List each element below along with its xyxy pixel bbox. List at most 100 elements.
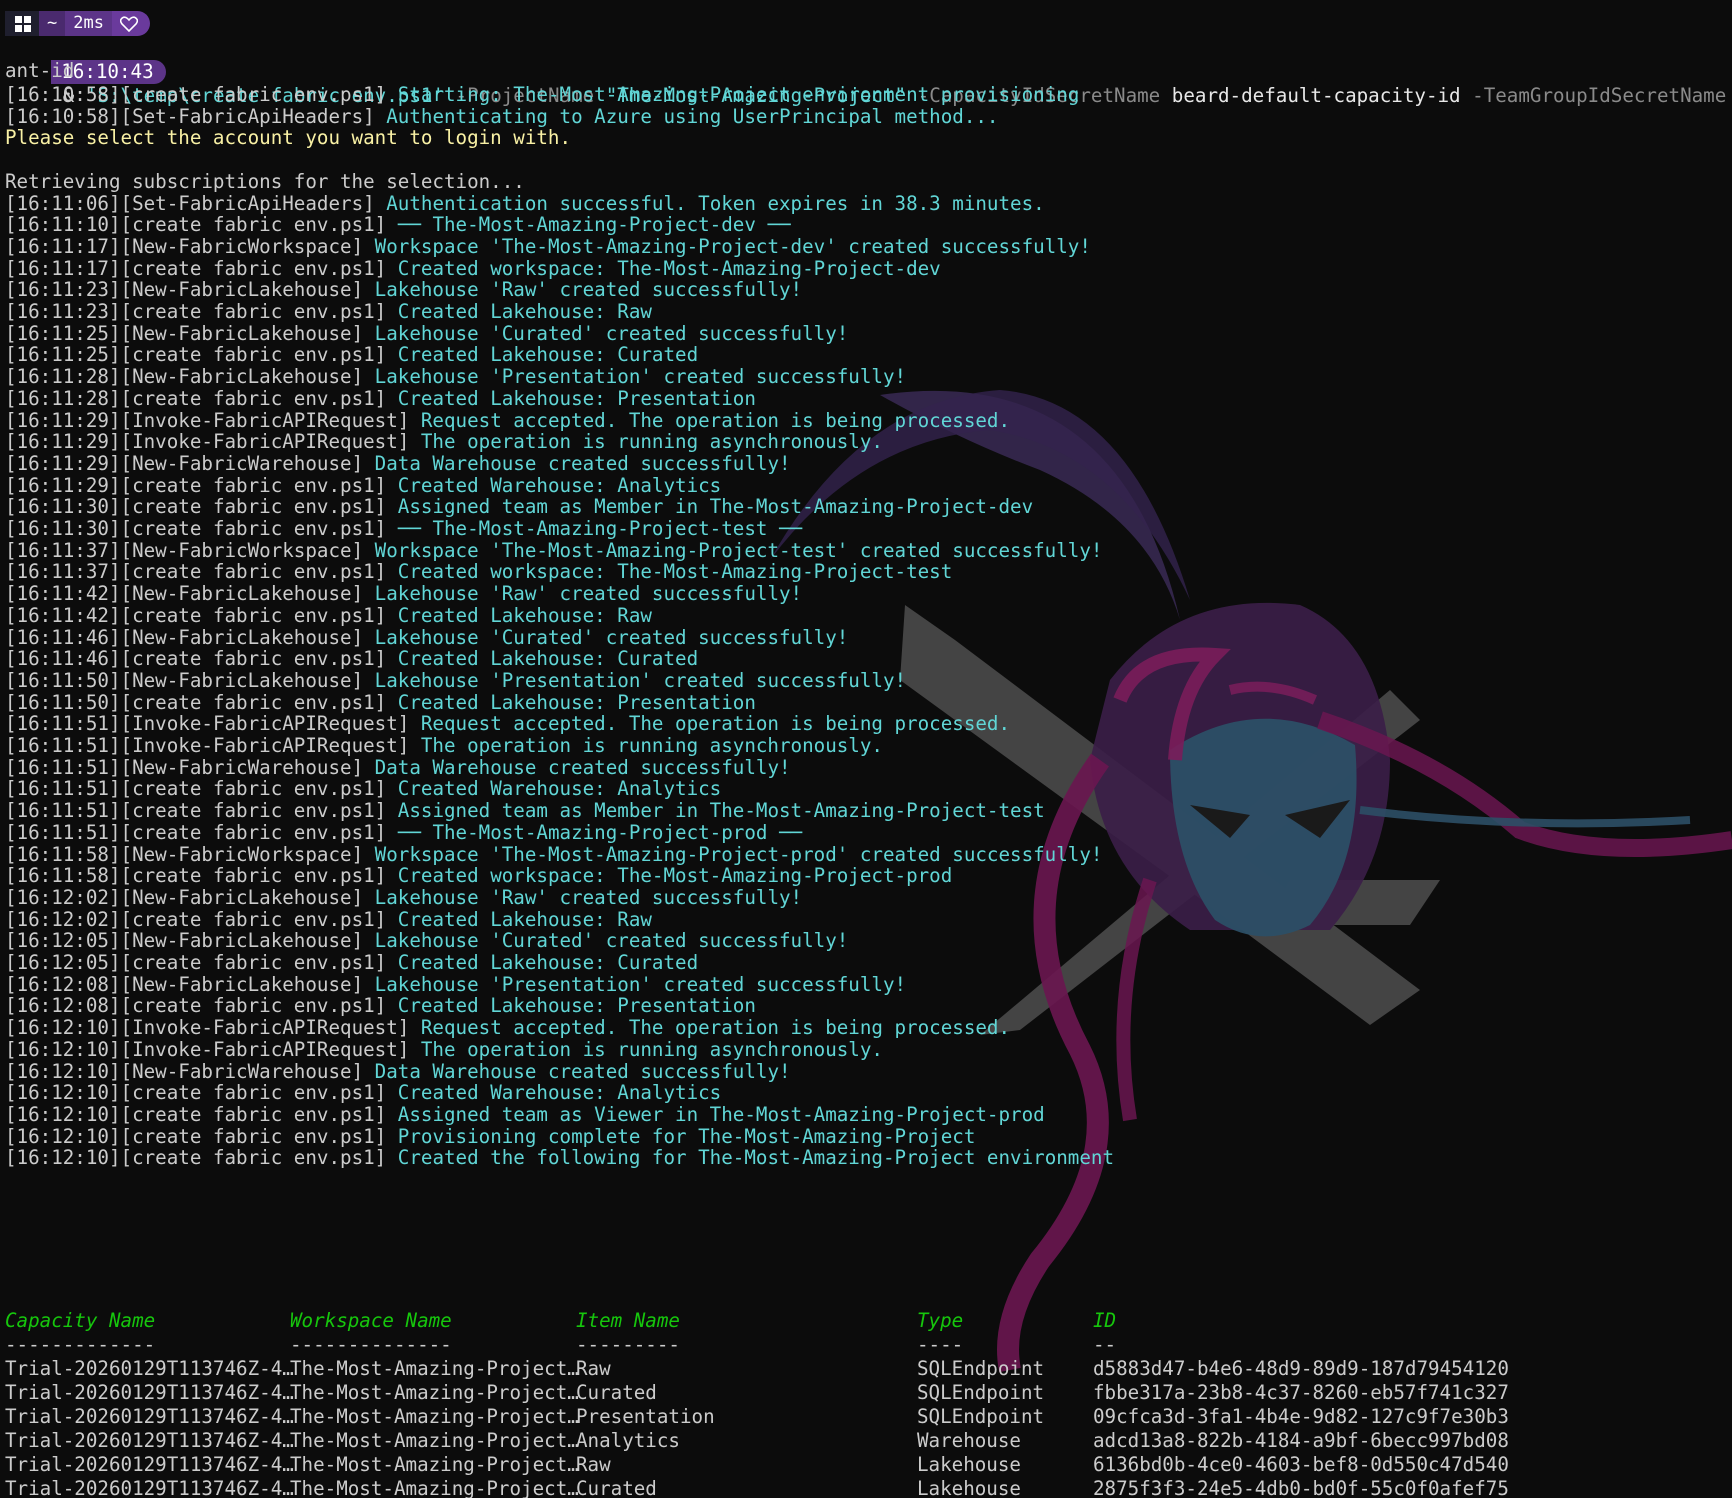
log-message: ── The-Most-Amazing-Project-test ── xyxy=(386,517,803,540)
log-source: [create fabric env.ps1] xyxy=(120,517,387,540)
log-source: [New-FabricWarehouse] xyxy=(120,755,364,779)
log-source: [New-FabricLakehouse] xyxy=(120,885,364,909)
log-message: Created workspace: The-Most-Amazing-Proj… xyxy=(386,256,941,280)
table-divider-row: ------------- -------------- --------- ----… xyxy=(0,1333,1732,1357)
log-line: [16:11:58][create fabric env.ps1] Create… xyxy=(5,864,952,888)
log-message: Created Warehouse: Analytics xyxy=(386,777,722,801)
log-line: [16:11:37][New-FabricWorkspace] Workspac… xyxy=(5,539,1102,563)
log-timestamp: [16:11:17] xyxy=(5,234,121,258)
log-message: Created Lakehouse: Presentation xyxy=(386,386,756,410)
log-timestamp: [16:12:10] xyxy=(5,1102,121,1126)
log-source: [create fabric env.ps1] xyxy=(120,1081,387,1105)
log-source: [create fabric env.ps1] xyxy=(120,777,387,801)
log-message: Lakehouse 'Raw' created successfully! xyxy=(363,582,803,606)
log-message: The operation is running asynchronously. xyxy=(409,734,883,757)
log-source: [create fabric env.ps1] xyxy=(120,1124,387,1148)
log-source: [New-FabricWarehouse] xyxy=(120,451,364,475)
log-timestamp: [16:12:10] xyxy=(5,1037,121,1061)
column-divider: -- xyxy=(1093,1333,1117,1356)
cell-type: SQLEndpoint xyxy=(917,1381,1045,1404)
terminal-window[interactable]: ~ 2ms 16:10:43 & 'S:\temp\create fabric … xyxy=(0,0,1732,1498)
log-source: [create fabric env.ps1] xyxy=(120,300,387,323)
log-timestamp: [16:11:23] xyxy=(5,300,121,323)
log-source: [create fabric env.ps1] xyxy=(120,83,387,106)
log-message: Created workspace: The-Most-Amazing-Proj… xyxy=(386,560,953,584)
log-source: [create fabric env.ps1] xyxy=(120,603,387,627)
log-message: Created Lakehouse: Presentation xyxy=(386,690,756,714)
log-timestamp: [16:12:05] xyxy=(5,929,121,953)
log-message: Lakehouse 'Raw' created successfully! xyxy=(363,278,803,302)
log-message: Assigned team as Member in The-Most-Amaz… xyxy=(386,799,1045,823)
log-line: [16:12:10][create fabric env.ps1] Create… xyxy=(5,1146,1114,1170)
prompt-duration-segment: 2ms xyxy=(65,11,112,36)
log-source: [Invoke-FabricAPIRequest] xyxy=(120,712,410,736)
log-source: [New-FabricWarehouse] xyxy=(120,1059,364,1083)
log-message: Created Lakehouse: Presentation xyxy=(386,994,756,1018)
log-source: [create fabric env.ps1] xyxy=(120,343,387,367)
cell-item-name: Curated xyxy=(576,1477,657,1498)
cell-workspace-name: The-Most-Amazing-Project… xyxy=(290,1429,579,1452)
log-message: Workspace 'The-Most-Amazing-Project-dev'… xyxy=(363,234,1091,258)
table-row: Trial-20260129T113746Z-4… The-Most-Amazin… xyxy=(0,1429,1732,1453)
log-message: Provisioning complete for The-Most-Amazi… xyxy=(386,1124,976,1148)
log-line: [16:11:50][create fabric env.ps1] Create… xyxy=(5,691,756,715)
log-timestamp: [16:11:23] xyxy=(5,278,121,302)
log-message: Authenticating to Azure using UserPrinci… xyxy=(374,104,999,128)
log-timestamp: [16:12:08] xyxy=(5,994,121,1018)
heart-icon xyxy=(111,11,150,36)
log-line: [16:11:51][Invoke-FabricAPIRequest] The … xyxy=(5,734,883,758)
log-line: [16:12:02][New-FabricLakehouse] Lakehous… xyxy=(5,886,802,910)
log-source: [create fabric env.ps1] xyxy=(120,495,387,519)
log-line: Retrieving subscriptions for the selecti… xyxy=(5,169,525,193)
log-line: [16:11:58][New-FabricWorkspace] Workspac… xyxy=(5,843,1102,867)
cell-item-name: Presentation xyxy=(576,1405,715,1428)
log-source: [New-FabricLakehouse] xyxy=(120,365,364,389)
cell-id: fbbe317a-23b8-4c37-8260-eb57f741c327 xyxy=(1093,1381,1509,1404)
log-timestamp: [16:11:42] xyxy=(5,603,121,627)
log-source: [New-FabricLakehouse] xyxy=(120,582,364,606)
log-source: [create fabric env.ps1] xyxy=(120,256,387,280)
log-line: [16:11:37][create fabric env.ps1] Create… xyxy=(5,560,952,584)
cell-id: d5883d47-b4e6-48d9-89d9-187d79454120 xyxy=(1093,1357,1509,1380)
cell-capacity-name: Trial-20260129T113746Z-4… xyxy=(5,1429,294,1452)
log-timestamp: [16:12:10] xyxy=(5,1059,121,1083)
log-line: [16:11:29][create fabric env.ps1] Create… xyxy=(5,474,721,498)
log-source: [Invoke-FabricAPIRequest] xyxy=(120,430,410,454)
log-line: Please select the account you want to lo… xyxy=(5,126,572,150)
cell-type: SQLEndpoint xyxy=(917,1405,1045,1428)
cell-capacity-name: Trial-20260129T113746Z-4… xyxy=(5,1477,294,1498)
log-message: Lakehouse 'Presentation' created success… xyxy=(363,668,907,692)
log-message: Created Lakehouse: Curated xyxy=(386,951,699,974)
column-divider: ---- xyxy=(917,1333,964,1356)
log-source: [New-FabricLakehouse] xyxy=(120,278,364,302)
log-line: [16:11:46][create fabric env.ps1] Create… xyxy=(5,647,698,671)
log-source: [Invoke-FabricAPIRequest] xyxy=(120,1016,410,1040)
log-message: Request accepted. The operation is being… xyxy=(409,1016,1011,1040)
command-wrap-line: ant-id xyxy=(5,59,75,82)
cell-type: Lakehouse xyxy=(917,1477,1021,1498)
log-timestamp: [16:11:25] xyxy=(5,321,121,345)
log-line: [16:12:10][create fabric env.ps1] Assign… xyxy=(5,1103,1045,1127)
log-line: [16:12:08][create fabric env.ps1] Create… xyxy=(5,994,756,1018)
log-line: [16:12:05][create fabric env.ps1] Create… xyxy=(5,951,698,975)
command-line[interactable]: 16:10:43 & 'S:\temp\create fabric env.ps… xyxy=(5,36,1732,107)
log-line: [16:12:10][Invoke-FabricAPIRequest] The … xyxy=(5,1038,883,1062)
log-source: [create fabric env.ps1] xyxy=(120,907,387,931)
log-line: [16:12:10][create fabric env.ps1] Provis… xyxy=(5,1125,975,1149)
log-line: [16:11:28][New-FabricLakehouse] Lakehous… xyxy=(5,365,906,389)
log-source: [create fabric env.ps1] xyxy=(120,864,387,888)
table-row: Trial-20260129T113746Z-4… The-Most-Amazin… xyxy=(0,1357,1732,1381)
log-line: [16:12:10][New-FabricWarehouse] Data War… xyxy=(5,1060,791,1084)
log-source: [Invoke-FabricAPIRequest] xyxy=(120,408,410,432)
param-team-group-secret: -TeamGroupIdSecretName xyxy=(1460,84,1732,107)
log-timestamp: [16:11:29] xyxy=(5,408,121,432)
log-timestamp: [16:11:50] xyxy=(5,668,121,692)
log-line: [16:11:23][create fabric env.ps1] Create… xyxy=(5,300,652,324)
prompt-home-segment: ~ xyxy=(39,11,66,36)
log-line: [16:10:58][create fabric env.ps1] Starti… xyxy=(5,83,1079,107)
log-line: [16:12:10][Invoke-FabricAPIRequest] Requ… xyxy=(5,1016,1010,1040)
cell-id: 6136bd0b-4ce0-4603-bef8-0d550c47d540 xyxy=(1093,1453,1509,1476)
cell-capacity-name: Trial-20260129T113746Z-4… xyxy=(5,1357,294,1380)
log-timestamp: [16:11:51] xyxy=(5,712,121,736)
column-header-capacity-name: Capacity Name xyxy=(5,1309,156,1332)
